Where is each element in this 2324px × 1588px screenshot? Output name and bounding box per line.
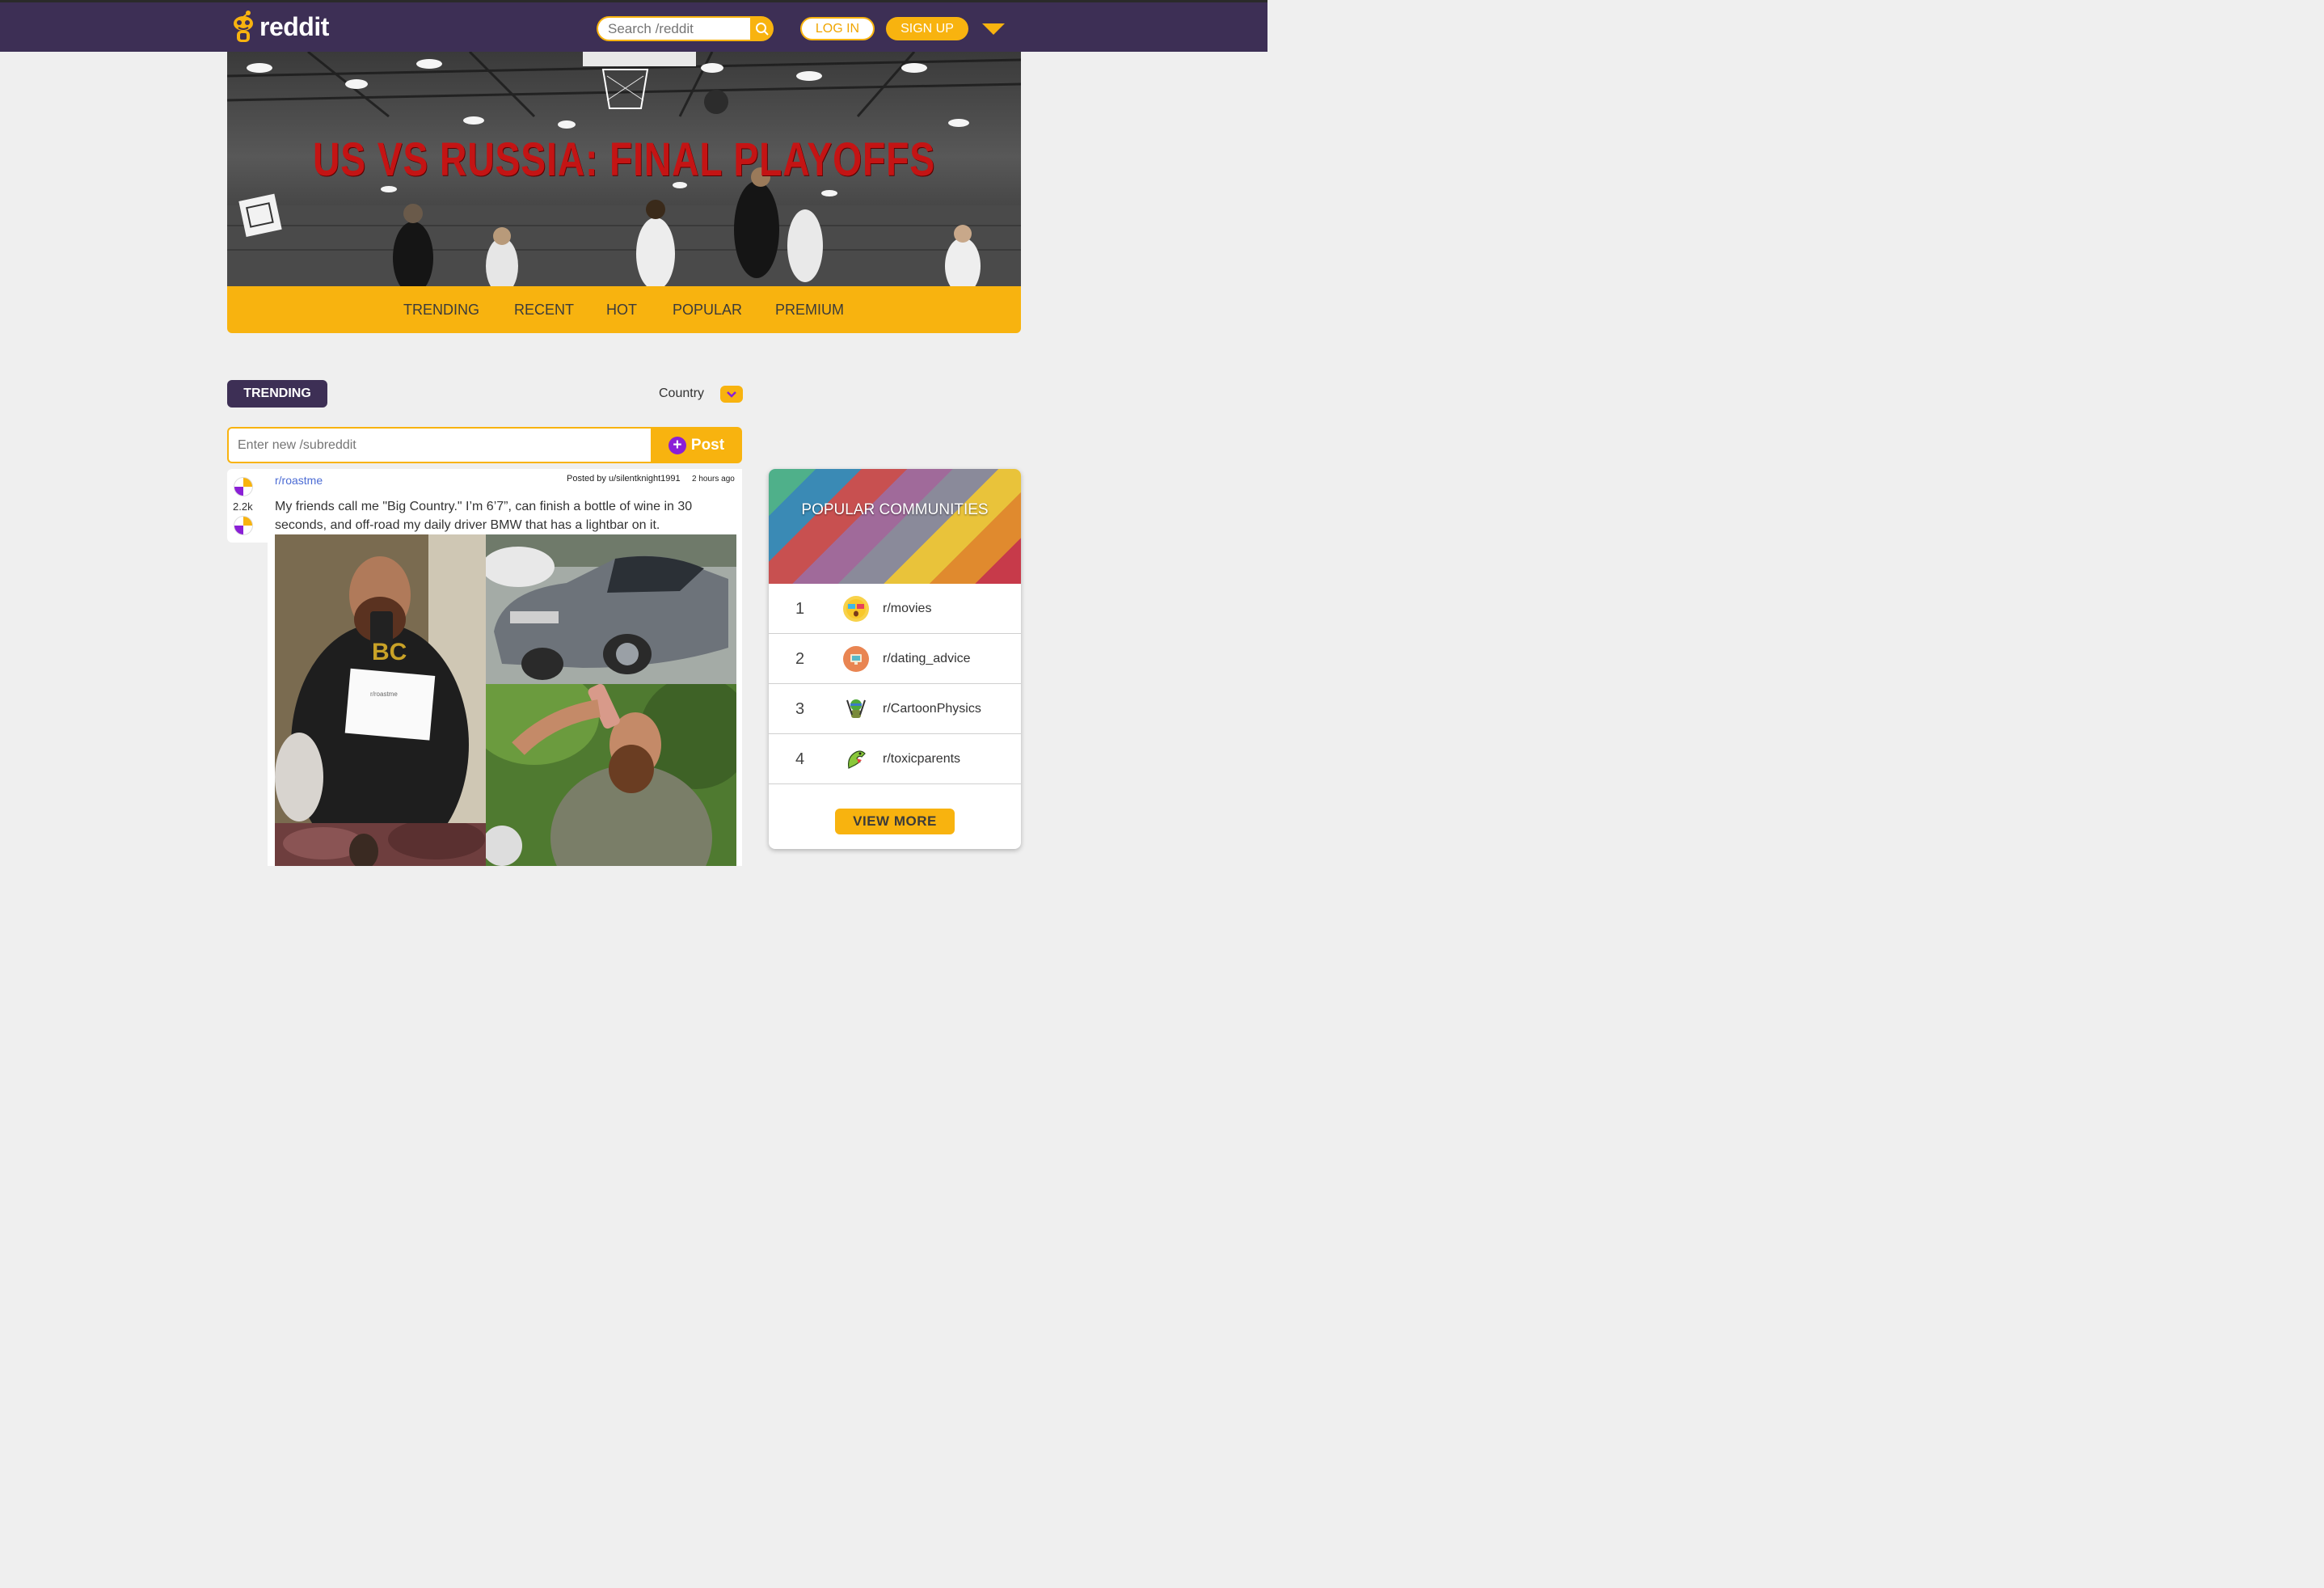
new-subreddit-input[interactable]: [227, 427, 652, 463]
banner-image: US VS RUSSIA: FINAL PLAYOFFS: [227, 52, 1021, 286]
svg-text:r/roastme: r/roastme: [370, 691, 398, 698]
country-filter-label[interactable]: Country: [659, 386, 704, 401]
banner-title: US VS RUSSIA: FINAL PLAYOFFS: [312, 133, 936, 186]
post-author[interactable]: Posted by u/silentknight1991: [567, 474, 681, 484]
nav-premium[interactable]: PREMIUM: [775, 302, 844, 319]
post-button[interactable]: + Post: [651, 427, 742, 463]
category-nav: TRENDING RECENT HOT POPULAR PREMIUM: [227, 286, 1021, 333]
community-row[interactable]: 4 r/toxicparents: [769, 734, 1021, 784]
community-name[interactable]: r/movies: [883, 602, 931, 616]
post-photo-drinking[interactable]: [486, 684, 736, 866]
popular-communities-title: POPULAR COMMUNITIES: [801, 501, 989, 518]
community-row[interactable]: 1 r/movies: [769, 584, 1021, 634]
menu-dropdown-icon[interactable]: [982, 23, 1005, 35]
trending-tab[interactable]: TRENDING: [227, 380, 327, 408]
community-rank: 3: [795, 700, 805, 718]
monitor-icon: [843, 646, 869, 672]
ninja-turtle-icon: [843, 696, 869, 722]
search-button[interactable]: [750, 16, 774, 41]
downvote-icon[interactable]: [234, 516, 253, 535]
vote-column: 2.2k: [227, 469, 268, 543]
nav-trending[interactable]: TRENDING: [403, 302, 479, 319]
community-row[interactable]: 2 r/dating_advice: [769, 634, 1021, 684]
country-dropdown-button[interactable]: [720, 386, 743, 403]
post-subreddit-link[interactable]: r/roastme: [275, 474, 323, 487]
plus-icon: +: [668, 436, 686, 454]
search-input[interactable]: [597, 16, 752, 41]
community-rank: 4: [795, 750, 805, 768]
top-bar: reddit LOG IN SIGN UP: [0, 0, 1267, 52]
post-title[interactable]: My friends call me "Big Country." I’m 6’…: [275, 497, 711, 534]
community-name[interactable]: r/dating_advice: [883, 652, 971, 666]
popular-communities-card: POPULAR COMMUNITIES 1 r/movies 2 r/datin…: [769, 469, 1021, 849]
community-name[interactable]: r/toxicparents: [883, 752, 960, 767]
post-photo-selfie[interactable]: r/roastme BC: [275, 534, 486, 823]
post-photo-offroad[interactable]: [275, 823, 486, 866]
chevron-down-icon: [727, 391, 736, 398]
movie-glasses-icon: [843, 596, 869, 622]
popular-communities-header: POPULAR COMMUNITIES: [769, 469, 1021, 584]
search-box: [597, 16, 774, 41]
nav-recent[interactable]: RECENT: [514, 302, 574, 319]
community-rank: 2: [795, 650, 805, 668]
dragon-icon: [843, 746, 869, 772]
community-row[interactable]: 3 r/CartoonPhysics: [769, 684, 1021, 734]
post-photo-bmw[interactable]: [486, 534, 736, 684]
vote-count: 2.2k: [233, 500, 253, 513]
logo-text: reddit: [259, 11, 329, 41]
community-name[interactable]: r/CartoonPhysics: [883, 702, 981, 716]
reddit-logo[interactable]: reddit: [230, 9, 329, 44]
svg-text:BC: BC: [372, 639, 407, 665]
post-timestamp: 2 hours ago: [692, 475, 735, 484]
post-button-label: Post: [690, 436, 725, 454]
nav-popular[interactable]: POPULAR: [673, 302, 742, 319]
reddit-mascot-icon: [230, 9, 256, 44]
login-button[interactable]: LOG IN: [800, 17, 875, 40]
nav-hot[interactable]: HOT: [606, 302, 637, 319]
signup-button[interactable]: SIGN UP: [886, 17, 968, 40]
upvote-icon[interactable]: [234, 477, 253, 496]
search-icon: [755, 22, 769, 36]
community-rank: 1: [795, 600, 805, 618]
view-more-button[interactable]: VIEW MORE: [835, 809, 955, 834]
